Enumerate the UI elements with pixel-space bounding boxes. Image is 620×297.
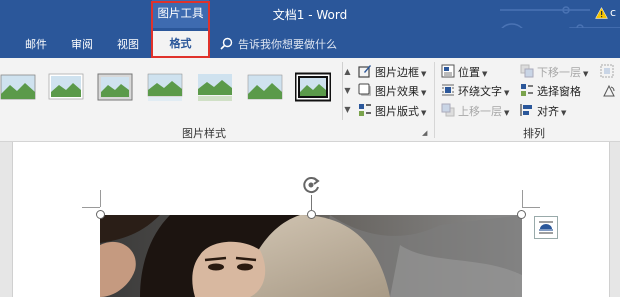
rotate-icon[interactable] <box>602 84 616 98</box>
gallery-more-icon[interactable]: ▼ <box>343 100 352 119</box>
bring-forward-label: 上移一层 <box>458 105 502 118</box>
send-backward-label: 下移一层 <box>537 66 581 79</box>
rotate-handle-line <box>311 195 312 211</box>
picture-style-thumb[interactable] <box>147 72 183 102</box>
picture-layout-label: 图片版式 <box>375 105 419 118</box>
account-name[interactable]: c <box>610 6 616 19</box>
tab-review[interactable]: 审阅 <box>71 36 93 52</box>
resize-handle-top-right[interactable] <box>517 210 526 219</box>
tell-me-input[interactable]: 告诉我你想要做什么 <box>238 36 337 52</box>
rotate-handle-icon[interactable] <box>301 175 323 195</box>
ribbon: ▲ ▼ ▼ 图片边框 ▼ 图片效果 ▼ 图片版式 ▼ 图片样式 ◢ 位置 ▼ 环… <box>0 58 620 142</box>
picture-style-thumb[interactable] <box>0 72 36 102</box>
dialog-launcher-icon[interactable]: ◢ <box>422 129 427 137</box>
position-label: 位置 <box>458 66 480 79</box>
chevron-up-icon[interactable]: ▲ <box>343 62 352 81</box>
layout-options-icon <box>539 221 553 234</box>
picture-style-thumb[interactable] <box>48 72 84 102</box>
picture-style-thumb[interactable] <box>247 72 283 102</box>
picture-style-thumb[interactable] <box>97 72 133 102</box>
search-icon[interactable] <box>220 37 233 50</box>
picture-effects-icon <box>358 83 371 96</box>
picture-effects-label: 图片效果 <box>375 85 419 98</box>
selection-pane-label: 选择窗格 <box>537 85 581 98</box>
picture-layout-icon <box>359 104 371 116</box>
wrap-text-icon <box>442 84 454 96</box>
page-corner-mark <box>522 207 540 208</box>
gallery-scrollbar[interactable]: ▲ ▼ ▼ <box>342 62 352 120</box>
page-corner-mark <box>100 190 101 207</box>
layout-options-button[interactable] <box>534 216 558 239</box>
resize-handle-top[interactable] <box>307 210 316 219</box>
picture-styles-group-label: 图片样式 <box>182 127 226 140</box>
group-separator <box>434 62 435 138</box>
page-corner-mark <box>82 207 100 208</box>
group-icon[interactable] <box>600 64 614 78</box>
align-label: 对齐 <box>537 105 559 118</box>
position-icon <box>441 64 455 78</box>
picture-style-thumb-selected[interactable] <box>295 72 331 102</box>
picture-tools-label: 图片工具 <box>152 0 209 28</box>
wrap-text-label: 环绕文字 <box>458 85 502 98</box>
resize-handle-top-left[interactable] <box>96 210 105 219</box>
selected-picture[interactable] <box>100 215 522 297</box>
picture-border-label: 图片边框 <box>375 66 419 79</box>
arrange-group-label: 排列 <box>523 127 545 140</box>
align-icon <box>520 104 532 116</box>
warning-icon[interactable] <box>595 7 608 19</box>
tab-mailings[interactable]: 邮件 <box>25 36 47 52</box>
chevron-down-icon[interactable]: ▼ <box>343 81 352 100</box>
title-bar: 文档1 - Word 图片工具 c <box>0 0 620 53</box>
send-backward-icon <box>520 64 534 78</box>
page-corner-mark <box>522 190 523 207</box>
picture-border-icon <box>358 65 371 78</box>
picture-styles-gallery <box>0 62 342 122</box>
bring-forward-icon <box>441 103 455 117</box>
tab-format[interactable]: 格式 <box>152 31 209 58</box>
tab-view[interactable]: 视图 <box>117 36 139 52</box>
selection-pane-icon <box>521 84 533 96</box>
picture-style-thumb[interactable] <box>197 72 233 102</box>
